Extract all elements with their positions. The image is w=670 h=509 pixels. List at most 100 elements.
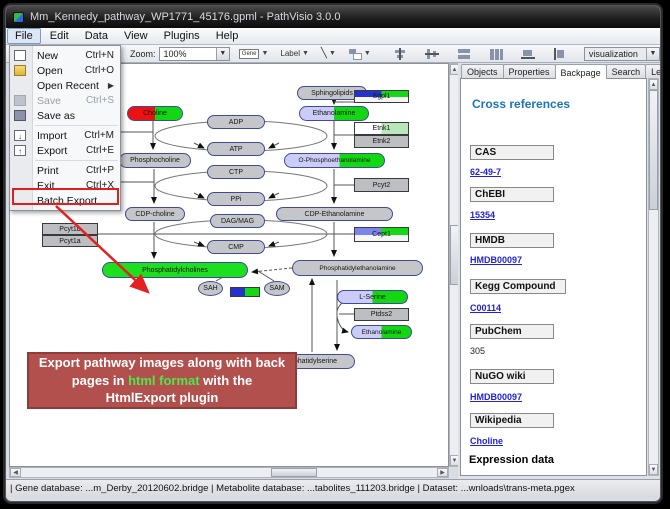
xref-link-wikipedia[interactable]: Choline [470, 436, 503, 446]
menu-item-import[interactable]: ↓ ImportCtrl+M [10, 128, 120, 143]
stack-vertical-button[interactable] [454, 46, 474, 62]
gene-etnk1[interactable]: Etnk1 [354, 122, 409, 135]
menu-bar: File Edit Data View Plugins Help [6, 28, 660, 45]
annotation-line3: HtmlExport plugin [106, 389, 219, 407]
menu-item-open[interactable]: OpenCtrl+O [10, 63, 120, 78]
node-ethanolamine-top[interactable]: Ethanolamine [299, 106, 369, 121]
tab-properties[interactable]: Properties [503, 64, 556, 79]
tab-objects[interactable]: Objects [461, 64, 504, 79]
scroll-right-icon[interactable]: ▶ [437, 468, 448, 477]
gene-sgpl1[interactable]: Sgpl1 [354, 90, 409, 103]
visualization-dropdown-icon[interactable]: ▼ [646, 48, 659, 60]
zoom-value: 100% [164, 49, 187, 59]
scroll-left-icon[interactable]: ◀ [10, 468, 21, 477]
node-cdp-choline[interactable]: CDP-choline [125, 207, 185, 221]
gene-etnk2[interactable]: Etnk2 [354, 135, 409, 148]
zoom-label: Zoom: [130, 49, 156, 59]
import-icon: ↓ [14, 130, 26, 141]
menu-file[interactable]: File [7, 28, 41, 44]
menu-item-print[interactable]: PrintCtrl+P [10, 163, 120, 178]
scroll-down-icon[interactable]: ▼ [649, 464, 658, 475]
gene-pcyt2[interactable]: Pcyt2 [354, 178, 409, 192]
annotation-highlight: html format [128, 373, 200, 388]
node-adp[interactable]: ADP [207, 115, 265, 129]
scrollbar-thumb[interactable] [271, 468, 317, 477]
align-center-y-icon [425, 48, 439, 60]
label-tool-button[interactable]: Label ▼ [277, 46, 312, 62]
stack-horizontal-icon [489, 48, 503, 60]
line-tool-icon: ╲ [321, 48, 327, 59]
node-phosphatidylcholines[interactable]: Phosphatidylcholines [102, 262, 248, 278]
stack-horizontal-button[interactable] [486, 46, 506, 62]
xref-link-chebi[interactable]: 15354 [470, 210, 495, 220]
visualization-value: visualization [589, 49, 638, 59]
visualization-combobox[interactable]: visualization ▼ [584, 47, 660, 61]
node-dag-mag[interactable]: DAG/MAG [210, 214, 265, 228]
new-document-icon [14, 50, 26, 61]
align-center-y-button[interactable] [422, 46, 442, 62]
xref-source-pubchem: PubChem [470, 324, 554, 339]
menu-separator [35, 158, 118, 161]
xref-source-nugo: NuGO wiki [470, 369, 554, 384]
scroll-up-icon[interactable]: ▲ [649, 79, 658, 90]
label-tool-text: Label [280, 49, 300, 58]
node-sah[interactable]: SAH [198, 281, 223, 296]
align-center-x-button[interactable] [390, 46, 410, 62]
menu-separator [35, 123, 118, 126]
app-icon [13, 12, 24, 23]
tab-legend[interactable]: Legend [645, 64, 661, 79]
align-bottom-icon [521, 48, 535, 60]
xref-link-nugo[interactable]: HMDB00097 [470, 392, 522, 402]
node-cmp[interactable]: CMP [207, 240, 265, 254]
menu-view[interactable]: View [117, 29, 155, 43]
menu-item-open-recent[interactable]: Open Recent▶ [10, 78, 120, 93]
menu-plugins[interactable]: Plugins [157, 29, 207, 43]
menu-help[interactable]: Help [209, 29, 246, 43]
node-ctp[interactable]: CTP [207, 165, 265, 179]
node-choline-top[interactable]: Choline [127, 106, 183, 121]
menu-data[interactable]: Data [78, 29, 115, 43]
status-text: | Gene database: ...m_Derby_20120602.bri… [10, 483, 575, 494]
menu-item-save-as[interactable]: Save as [10, 108, 120, 123]
panel-vertical-scrollbar[interactable]: ▲ ▼ [648, 78, 659, 476]
xref-value-pubchem: 305 [470, 346, 485, 356]
node-l-serine[interactable]: L-Serine [337, 290, 408, 304]
gene-box-unlabeled[interactable] [230, 287, 260, 297]
zoom-dropdown-icon[interactable]: ▼ [216, 48, 229, 60]
node-ppi[interactable]: PPi [207, 192, 265, 206]
align-bottom-button[interactable] [518, 46, 538, 62]
xref-link-cas[interactable]: 62-49-7 [470, 167, 501, 177]
gene-cept1[interactable]: Cept1 [354, 227, 409, 242]
node-phosphocholine[interactable]: Phosphocholine [119, 153, 191, 168]
gene-pcyt1b[interactable]: Pcyt1b [42, 223, 98, 235]
xref-link-kegg[interactable]: C00114 [470, 303, 501, 313]
node-ethanolamine-lower[interactable]: Ethanolamine [351, 325, 412, 339]
zoom-combobox[interactable]: 100% ▼ [159, 47, 230, 61]
node-sam[interactable]: SAM [264, 281, 290, 296]
gene-ptdss2[interactable]: Ptdss2 [354, 308, 409, 321]
canvas-horizontal-scrollbar[interactable]: ◀ ▶ [9, 467, 449, 478]
gene-pcyt1a[interactable]: Pcyt1a [42, 235, 98, 247]
align-left-icon [553, 48, 567, 60]
title-bar[interactable]: Mm_Kennedy_pathway_WP1771_45176.gpml - P… [6, 6, 660, 28]
menu-item-export[interactable]: ↑ ExportCtrl+E [10, 143, 120, 158]
side-panel-tabs: Objects Properties Backpage Search Legen… [461, 64, 661, 79]
menu-item-new[interactable]: NewCtrl+N [10, 48, 120, 63]
align-center-x-icon [393, 48, 407, 60]
tab-search[interactable]: Search [606, 64, 647, 79]
line-tool-button[interactable]: ╲ ▼ [318, 46, 339, 62]
tab-backpage[interactable]: Backpage [555, 64, 607, 79]
node-atp[interactable]: ATP [207, 142, 265, 156]
menu-edit[interactable]: Edit [43, 29, 76, 43]
cross-references-heading: Cross references [472, 97, 570, 111]
annotation-callout: Export pathway images along with back pa… [27, 352, 297, 409]
align-left-button[interactable] [550, 46, 570, 62]
shape-tool-button[interactable]: ▼ [345, 46, 374, 62]
node-o-phosphoethanolamine[interactable]: O-Phosphoethanolamine [284, 153, 385, 168]
node-cdp-ethanolamine[interactable]: CDP-Ethanolamine [276, 207, 393, 221]
xref-source-chebi: ChEBI [470, 187, 554, 202]
xref-link-hmdb[interactable]: HMDB00097 [470, 255, 522, 265]
scrollbar-thumb[interactable] [649, 90, 658, 210]
gene-datanode-button[interactable]: Gene ▼ [236, 46, 272, 62]
node-phosphatidylethanolamine[interactable]: Phosphatidylethanolamine [292, 260, 423, 276]
